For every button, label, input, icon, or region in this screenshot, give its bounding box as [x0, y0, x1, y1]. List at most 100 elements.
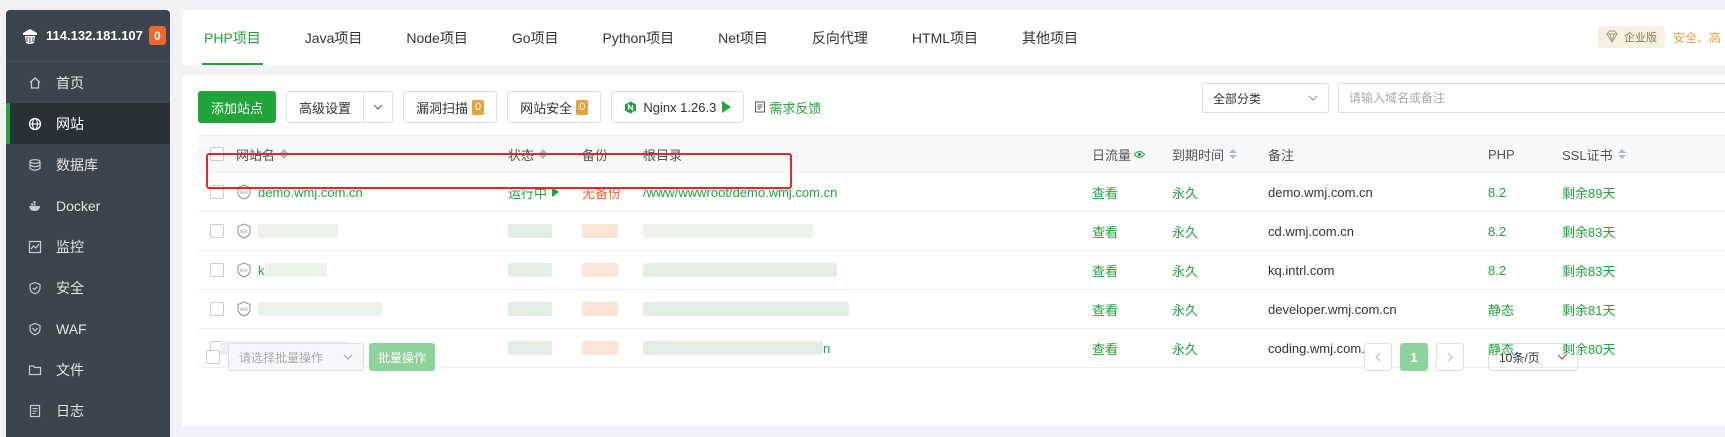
- tab-reverse-proxy[interactable]: 反向代理: [790, 10, 890, 65]
- root-path-link[interactable]: [643, 263, 1092, 277]
- ssl-status-link[interactable]: 剩余83天: [1562, 261, 1662, 280]
- footer-select-all-checkbox[interactable]: [206, 350, 220, 364]
- header-root-label: 根目录: [643, 147, 683, 163]
- backup-link[interactable]: 无备份: [582, 183, 643, 202]
- row-checkbox[interactable]: [210, 185, 224, 199]
- advanced-settings-dropdown[interactable]: 高级设置: [286, 91, 394, 123]
- note-cell[interactable]: cd.wmj.com.cn: [1262, 224, 1488, 239]
- waf-shield-icon[interactable]: WAF: [236, 262, 252, 278]
- select-all-checkbox[interactable]: [210, 147, 224, 161]
- sidebar-item-home[interactable]: 首页: [6, 62, 170, 103]
- batch-operation-select[interactable]: 请选择批量操作: [228, 343, 364, 371]
- backup-link[interactable]: [582, 224, 643, 238]
- toolbar: 添加站点 高级设置 漏洞扫描 0 网站安全 0 Nginx 1.26.3 需求反…: [198, 91, 821, 123]
- blurred-status: [508, 302, 552, 316]
- php-version-link[interactable]: 8.2: [1488, 185, 1562, 200]
- header-expire-label: 到期时间: [1172, 147, 1225, 163]
- flow-view-link[interactable]: 查看: [1092, 300, 1172, 319]
- tab-php[interactable]: PHP项目: [182, 10, 283, 65]
- site-name-link[interactable]: k: [258, 263, 265, 278]
- svg-text:WAF: WAF: [240, 229, 249, 234]
- ssl-status-link[interactable]: 剩余89天: [1562, 183, 1662, 202]
- tab-other[interactable]: 其他项目: [1000, 10, 1100, 65]
- header-ssl[interactable]: SSL证书: [1562, 145, 1662, 164]
- chevron-down-icon: [343, 354, 353, 360]
- php-version-link[interactable]: 静态: [1488, 300, 1562, 319]
- flow-view-link[interactable]: 查看: [1092, 261, 1172, 280]
- site-name-cell: WAF: [236, 301, 508, 317]
- page-number[interactable]: 1: [1400, 343, 1428, 371]
- sidebar-item-logs[interactable]: 日志: [6, 390, 170, 431]
- row-checkbox[interactable]: [210, 263, 224, 277]
- header-name[interactable]: 网站名: [236, 145, 508, 164]
- note-cell[interactable]: kq.intrl.com: [1262, 263, 1488, 278]
- root-path-link[interactable]: /www/wwwroot/demo.wmj.com.cn: [643, 185, 1092, 200]
- row-checkbox[interactable]: [210, 224, 224, 238]
- message-badge[interactable]: 0: [148, 26, 166, 45]
- sort-icon: [280, 149, 289, 159]
- batch-operation-button[interactable]: 批量操作: [369, 343, 435, 371]
- expire-link[interactable]: 永久: [1172, 183, 1262, 202]
- sidebar-item-files[interactable]: 文件: [6, 349, 170, 390]
- root-path-link[interactable]: [643, 302, 1092, 316]
- sidebar-item-website[interactable]: 网站: [6, 103, 170, 144]
- php-version-link[interactable]: 8.2: [1488, 263, 1562, 278]
- sidebar-item-label: Docker: [56, 197, 101, 214]
- page-size-select[interactable]: 10条/页: [1488, 343, 1578, 371]
- header-status[interactable]: 状态: [508, 145, 582, 164]
- next-page-button[interactable]: [1436, 343, 1464, 371]
- note-cell[interactable]: demo.wmj.com.cn: [1262, 185, 1488, 200]
- eye-icon[interactable]: [1134, 150, 1146, 159]
- pagination: 1 10条/页: [1364, 343, 1578, 371]
- waf-shield-icon[interactable]: WAF: [236, 301, 252, 317]
- server-header[interactable]: 114.132.181.107 0: [6, 10, 170, 62]
- prev-page-button[interactable]: [1364, 343, 1392, 371]
- tab-python[interactable]: Python项目: [581, 10, 697, 65]
- enterprise-badge[interactable]: 企业版: [1598, 26, 1665, 48]
- backup-link[interactable]: [582, 302, 643, 316]
- site-name-link[interactable]: demo.wmj.com.cn: [258, 185, 363, 200]
- tab-node[interactable]: Node项目: [384, 10, 489, 65]
- sidebar-item-security[interactable]: 安全: [6, 267, 170, 308]
- nginx-button[interactable]: Nginx 1.26.3: [611, 91, 745, 123]
- site-status[interactable]: [508, 263, 582, 277]
- site-status[interactable]: [508, 224, 582, 238]
- add-site-button[interactable]: 添加站点: [198, 91, 277, 123]
- sidebar-item-waf[interactable]: WAF: [6, 308, 170, 349]
- expire-link[interactable]: 永久: [1172, 222, 1262, 241]
- search-input[interactable]: [1338, 83, 1725, 113]
- php-version-link[interactable]: 8.2: [1488, 224, 1562, 239]
- tab-net[interactable]: Net项目: [696, 10, 790, 65]
- site-security-button[interactable]: 网站安全 0: [507, 91, 602, 123]
- tab-go[interactable]: Go项目: [490, 10, 581, 65]
- header-status-label: 状态: [508, 147, 535, 163]
- waf-shield-icon[interactable]: WAF: [236, 223, 252, 239]
- row-checkbox[interactable]: [210, 302, 224, 316]
- sidebar-item-monitor[interactable]: 监控: [6, 226, 170, 267]
- sidebar: 114.132.181.107 0 首页 网站 数据库 Docker 监控 安全…: [6, 10, 170, 437]
- enterprise-link[interactable]: 安全、高: [1673, 29, 1721, 46]
- note-cell[interactable]: developer.wmj.com.cn: [1262, 302, 1488, 317]
- tab-html[interactable]: HTML项目: [890, 10, 1000, 65]
- blurred-backup: [582, 302, 618, 316]
- sidebar-item-database[interactable]: 数据库: [6, 144, 170, 185]
- category-select[interactable]: 全部分类: [1202, 83, 1329, 113]
- expire-link[interactable]: 永久: [1172, 261, 1262, 280]
- feedback-link[interactable]: 需求反馈: [754, 98, 821, 117]
- status-label: 运行中: [508, 185, 548, 201]
- flow-view-link[interactable]: 查看: [1092, 222, 1172, 241]
- site-status[interactable]: 运行中: [508, 183, 582, 202]
- home-icon: [28, 76, 42, 90]
- header-expire[interactable]: 到期时间: [1172, 145, 1262, 164]
- waf-shield-icon[interactable]: WAF: [236, 184, 252, 200]
- sidebar-item-docker[interactable]: Docker: [6, 185, 170, 226]
- ssl-status-link[interactable]: 剩余83天: [1562, 222, 1662, 241]
- root-path-link[interactable]: [643, 224, 1092, 238]
- expire-link[interactable]: 永久: [1172, 300, 1262, 319]
- site-status[interactable]: [508, 302, 582, 316]
- backup-link[interactable]: [582, 263, 643, 277]
- flow-view-link[interactable]: 查看: [1092, 183, 1172, 202]
- tab-java[interactable]: Java项目: [283, 10, 385, 65]
- ssl-status-link[interactable]: 剩余81天: [1562, 300, 1662, 319]
- vuln-scan-button[interactable]: 漏洞扫描 0: [403, 91, 498, 123]
